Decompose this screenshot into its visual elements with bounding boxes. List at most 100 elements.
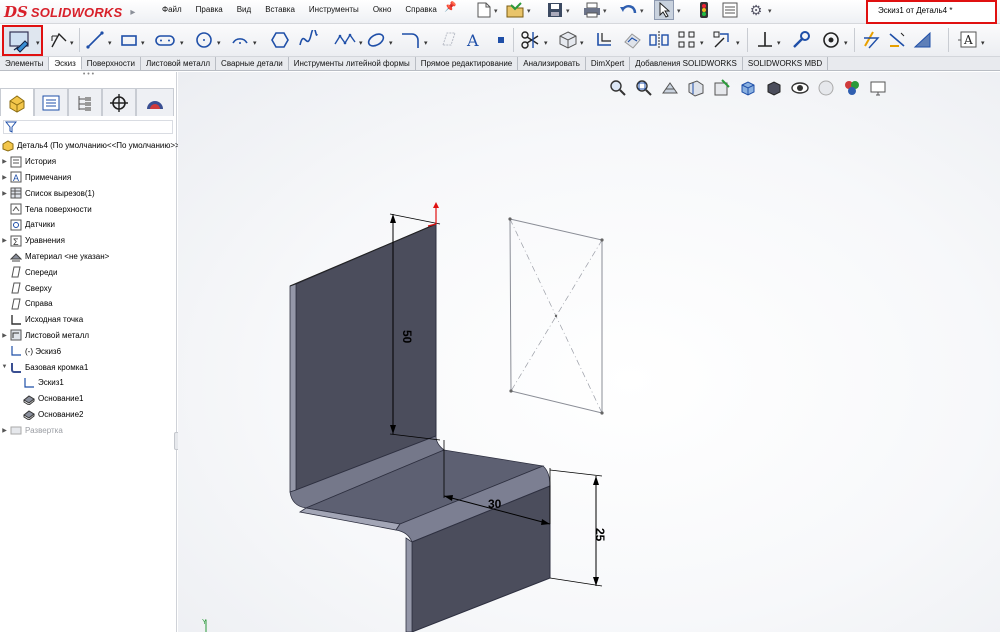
arc-icon[interactable] [228, 27, 252, 53]
quick-snaps-icon[interactable] [820, 27, 842, 53]
tree-item-origin[interactable]: Исходная точка [0, 312, 177, 328]
point-icon[interactable] [492, 27, 510, 53]
tree-item-sketch1[interactable]: Эскиз1 [0, 375, 177, 391]
dimension-25[interactable]: 25 [549, 469, 607, 587]
logo-arrow-icon[interactable]: ▸ [130, 7, 135, 18]
menu-tools[interactable]: Инструменты [309, 5, 359, 14]
view-settings-icon[interactable] [865, 79, 891, 97]
undo-icon[interactable] [618, 0, 638, 20]
apply-scene-icon[interactable] [839, 79, 865, 97]
expand-icon[interactable]: ▶ [0, 237, 9, 244]
open-dropdown-icon[interactable]: ▾ [527, 7, 531, 15]
move-entities-icon[interactable] [710, 27, 734, 53]
zoom-to-area-icon[interactable] [631, 79, 657, 97]
convert-dropdown-icon[interactable]: ▾ [580, 39, 584, 47]
save-icon[interactable] [545, 0, 565, 20]
expand-icon[interactable]: ▶ [0, 190, 9, 197]
open-document-icon[interactable] [505, 0, 525, 20]
property-manager-tab[interactable] [34, 88, 68, 116]
circle-dropdown-icon[interactable]: ▾ [217, 39, 221, 47]
tree-item-fixed-face-1[interactable]: Основание1 [0, 391, 177, 407]
display-relations-icon[interactable] [754, 27, 776, 53]
tree-item-flat-pattern[interactable]: ▶ Развертка [0, 422, 177, 438]
fillet-icon[interactable] [398, 27, 422, 53]
expand-icon[interactable]: ▶ [0, 332, 9, 339]
spline-dropdown-icon[interactable]: ▾ [359, 39, 363, 47]
tab-features[interactable]: Элементы [0, 57, 50, 70]
rectangle-dropdown-icon[interactable]: ▾ [141, 39, 145, 47]
menu-edit[interactable]: Правка [196, 5, 223, 14]
tab-evaluate[interactable]: Анализировать [518, 57, 586, 70]
menu-view[interactable]: Вид [237, 5, 251, 14]
edit-appearance-icon[interactable] [813, 79, 839, 97]
print-dropdown-icon[interactable]: ▾ [603, 7, 607, 15]
dimxpert-manager-tab[interactable] [102, 88, 136, 116]
section-view-icon[interactable] [683, 79, 709, 97]
configuration-manager-tab[interactable] [68, 88, 102, 116]
expand-icon[interactable]: ▶ [0, 158, 9, 165]
tab-addins[interactable]: Добавления SOLIDWORKS [630, 57, 743, 70]
exit-sketch-button[interactable]: ▾ [2, 25, 43, 56]
mirror-icon[interactable] [648, 27, 670, 53]
tree-item-cut-list[interactable]: ▶ Список вырезов(1) [0, 185, 177, 201]
offset-on-surface-icon[interactable] [620, 27, 644, 53]
hide-show-items-icon[interactable] [787, 79, 813, 97]
model-view[interactable]: 50 30 25 Y [178, 72, 1000, 632]
lower-flange-edge[interactable] [405, 537, 413, 632]
tab-mold-tools[interactable]: Инструменты литейной формы [288, 57, 416, 70]
feature-tree-tab[interactable] [0, 88, 34, 116]
tree-item-fixed-face-2[interactable]: Основание2 [0, 407, 177, 423]
polygon-icon[interactable] [268, 27, 292, 53]
note-icon[interactable]: A [956, 27, 980, 53]
panel-grip[interactable]: • • • [0, 71, 177, 80]
pattern-dropdown-icon[interactable]: ▾ [700, 39, 704, 47]
collapse-icon[interactable]: ▼ [0, 364, 9, 370]
tab-dimxpert[interactable]: DimXpert [585, 57, 631, 70]
tab-weldments[interactable]: Сварные детали [216, 57, 289, 70]
options-gear-icon[interactable]: ⚙ [746, 0, 766, 20]
dimension-25-value[interactable]: 25 [593, 528, 607, 542]
circle-icon[interactable] [192, 27, 216, 53]
relations-dropdown-icon[interactable]: ▾ [777, 39, 781, 47]
expand-icon[interactable]: ▶ [0, 174, 9, 181]
ellipse-dropdown-icon[interactable]: ▾ [389, 39, 393, 47]
dimension-30-value[interactable]: 30 [488, 497, 502, 511]
app-logo[interactable]: DS SOLIDWORKS ▸ [4, 2, 135, 22]
rectangle-icon[interactable] [118, 27, 140, 53]
snaps-dropdown-icon[interactable]: ▾ [844, 39, 848, 47]
rapid-sketch-icon[interactable] [860, 27, 882, 53]
arc-dropdown-icon[interactable]: ▾ [253, 39, 257, 47]
rebuild-icon[interactable] [694, 0, 714, 20]
menu-file[interactable]: Файл [162, 5, 182, 14]
new-dropdown-icon[interactable]: ▾ [494, 7, 498, 15]
undo-dropdown-icon[interactable]: ▾ [640, 7, 644, 15]
note-dropdown-icon[interactable]: ▾ [981, 39, 985, 47]
tree-item-sketch6[interactable]: (-) Эскиз6 [0, 343, 177, 359]
dynamic-annotation-icon[interactable] [709, 79, 735, 97]
dimension-50-value[interactable]: 50 [400, 330, 414, 344]
ellipse-icon[interactable] [365, 27, 387, 53]
menu-insert[interactable]: Вставка [265, 5, 295, 14]
sketch-rectangle[interactable] [508, 217, 604, 415]
tab-mbd[interactable]: SOLIDWORKS MBD [742, 57, 829, 70]
shaded-sketch-contours-icon[interactable] [912, 27, 934, 53]
tree-item-base-flange[interactable]: ▼ Базовая кромка1 [0, 359, 177, 375]
convert-entities-icon[interactable] [556, 27, 580, 53]
new-document-icon[interactable] [474, 0, 494, 20]
repair-sketch-icon[interactable] [790, 27, 812, 53]
zoom-to-fit-icon[interactable] [605, 79, 631, 97]
display-manager-tab[interactable] [136, 88, 174, 116]
pin-menu-icon[interactable]: 📌 [444, 2, 456, 13]
tree-item-surface-bodies[interactable]: Тела поверхности [0, 201, 177, 217]
offset-entities-icon[interactable] [592, 27, 616, 53]
graphics-area[interactable]: 50 30 25 Y [178, 72, 1000, 632]
text-icon[interactable]: A [463, 27, 485, 53]
line-dropdown-icon[interactable]: ▾ [108, 39, 112, 47]
tree-item-right-plane[interactable]: Справа [0, 296, 177, 312]
tree-item-sheet-metal[interactable]: ▶ Листовой металл [0, 328, 177, 344]
tab-sketch[interactable]: Эскиз [49, 57, 82, 70]
tree-item-top-plane[interactable]: Сверху [0, 280, 177, 296]
slot-dropdown-icon[interactable]: ▾ [180, 39, 184, 47]
tree-item-equations[interactable]: ▶ Σ Уравнения [0, 233, 177, 249]
tree-item-annotations[interactable]: ▶ A Примечания [0, 170, 177, 186]
